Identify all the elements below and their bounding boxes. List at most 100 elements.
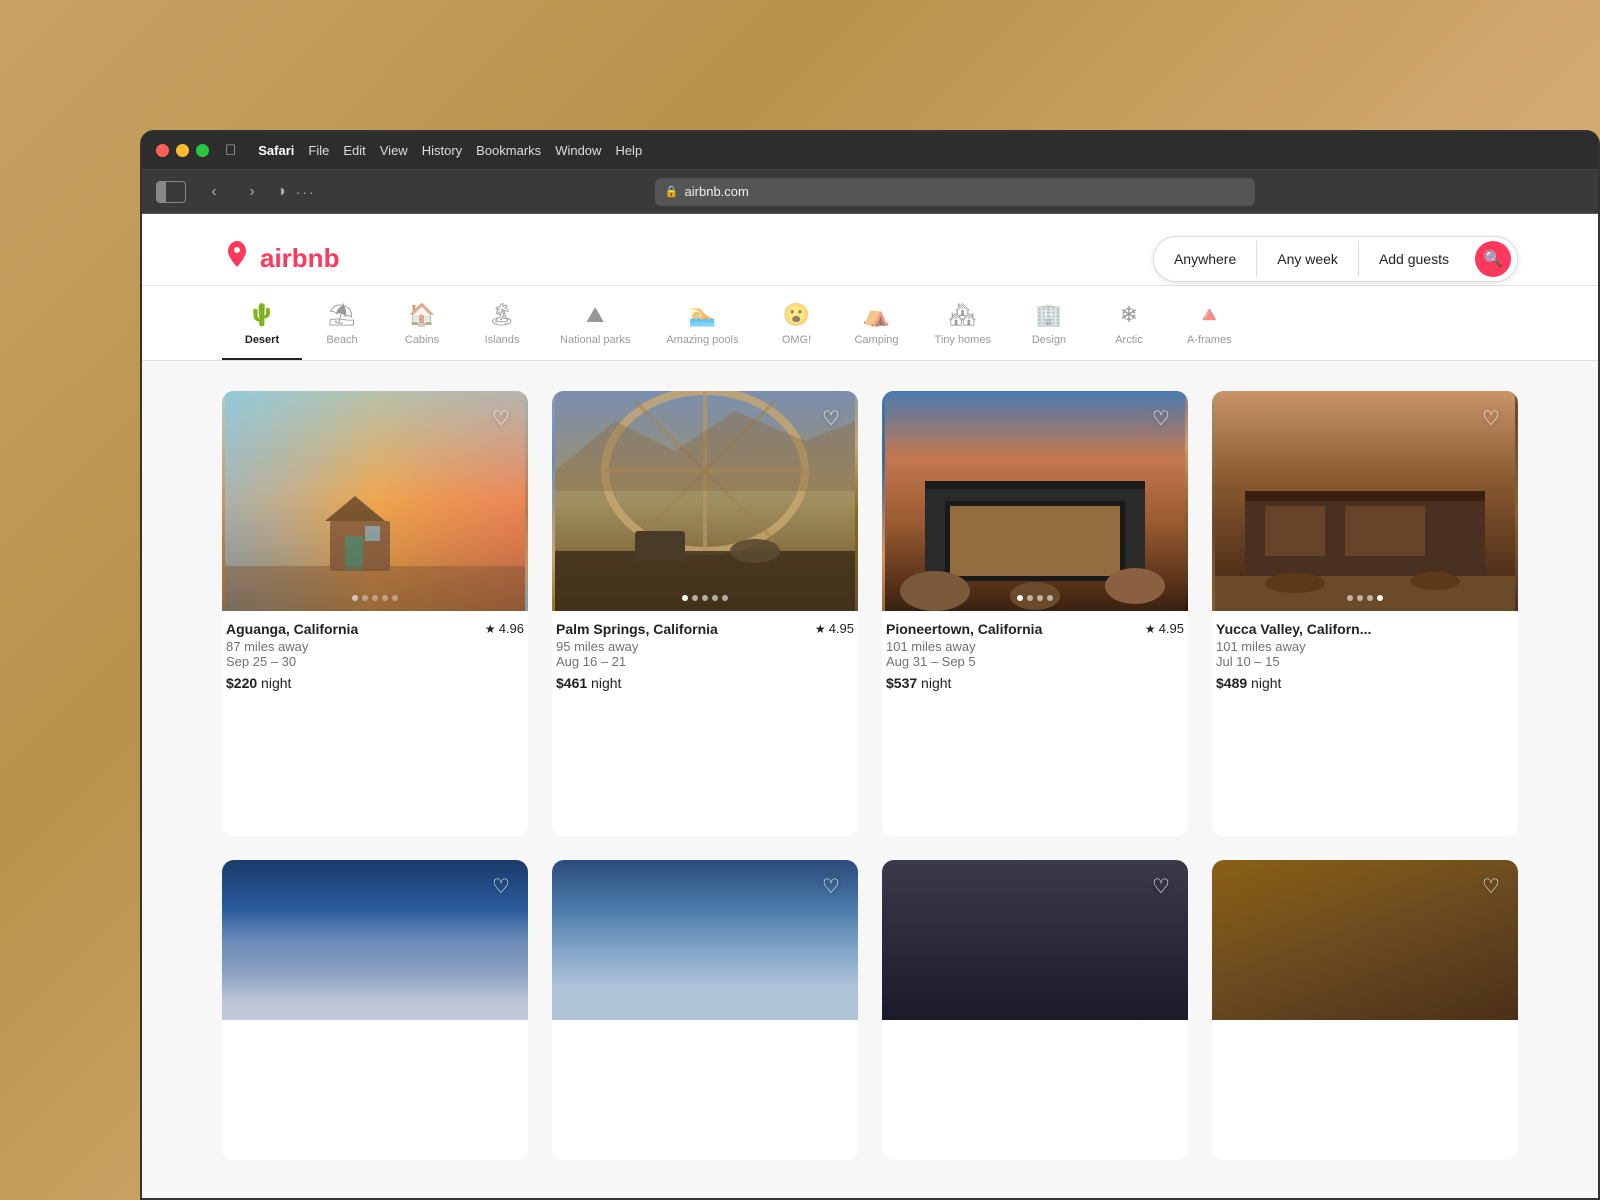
- image-dots-2: [682, 595, 728, 601]
- category-a-frames[interactable]: 🔺 A-frames: [1169, 286, 1250, 360]
- listing-card-4[interactable]: ♡ Yucca Valley, Californ... 101 miles aw…: [1212, 391, 1518, 836]
- airbnb-logo-icon: [222, 239, 252, 279]
- listing-price-4: $489 night: [1216, 675, 1514, 691]
- listing-card-1[interactable]: ♡ Aguanga, California ★ 4.96 87 miles aw…: [222, 391, 528, 836]
- category-national-parks-label: National parks: [560, 334, 630, 346]
- image-dots-3: [1017, 595, 1053, 601]
- category-beach[interactable]: ⛱ Beach: [302, 286, 382, 360]
- browser-toolbar: ‹ › ◑ ··· 🔒 airbnb.com: [142, 170, 1598, 214]
- cabins-icon: 🏠: [408, 302, 435, 328]
- lock-icon: 🔒: [665, 185, 679, 198]
- menu-help[interactable]: Help: [615, 143, 642, 158]
- wishlist-button-8[interactable]: ♡: [1476, 872, 1506, 902]
- wishlist-button-6[interactable]: ♡: [816, 872, 846, 902]
- listing-distance-4: 101 miles away: [1216, 639, 1514, 654]
- listing-dates-4: Jul 10 – 15: [1216, 654, 1514, 669]
- listing-image-6: ♡: [552, 860, 858, 1020]
- menu-edit[interactable]: Edit: [343, 143, 365, 158]
- category-cabins-label: Cabins: [405, 334, 439, 346]
- category-national-parks[interactable]: ⛰ National parks: [542, 286, 648, 360]
- listing-price-3: $537 night: [886, 675, 1184, 691]
- category-omg[interactable]: 😮 OMG!: [756, 286, 836, 360]
- listing-rating-2: ★ 4.95: [815, 621, 854, 636]
- category-islands[interactable]: 🏝 Islands: [462, 286, 542, 360]
- wishlist-button-1[interactable]: ♡: [486, 403, 516, 433]
- listing-info-2: Palm Springs, California ★ 4.95 95 miles…: [552, 611, 858, 695]
- category-omg-label: OMG!: [782, 334, 811, 346]
- wishlist-button-4[interactable]: ♡: [1476, 403, 1506, 433]
- listing-image-7: ♡: [882, 860, 1188, 1020]
- any-week-button[interactable]: Any week: [1257, 241, 1359, 277]
- menu-file[interactable]: File: [308, 143, 329, 158]
- listing-distance-2: 95 miles away: [556, 639, 854, 654]
- back-button[interactable]: ‹: [200, 178, 228, 206]
- category-desert[interactable]: 🌵 Desert: [222, 286, 302, 360]
- brightness-icon: ◑: [276, 183, 286, 201]
- close-button[interactable]: [156, 144, 169, 157]
- design-icon: 🏢: [1035, 302, 1062, 328]
- listing-rating-1: ★ 4.96: [485, 621, 524, 636]
- airbnb-logo[interactable]: airbnb: [222, 239, 339, 279]
- more-options-icon: ···: [296, 184, 316, 200]
- categories-navigation: 🌵 Desert ⛱ Beach 🏠 Cabins 🏝 Islands ⛰ Na…: [142, 286, 1598, 361]
- laptop-screen:  Safari File Edit View History Bookmark…: [140, 130, 1600, 1200]
- category-amazing-pools-label: Amazing pools: [666, 334, 738, 346]
- listing-dates-2: Aug 16 – 21: [556, 654, 854, 669]
- listing-location-2: Palm Springs, California: [556, 621, 718, 637]
- listing-image-1: ♡: [222, 391, 528, 611]
- listing-card-5[interactable]: ♡: [222, 860, 528, 1161]
- islands-icon: 🏝: [488, 302, 516, 328]
- category-desert-label: Desert: [245, 334, 279, 346]
- listing-card-6[interactable]: ♡: [552, 860, 858, 1161]
- maximize-button[interactable]: [196, 144, 209, 157]
- listing-info-4: Yucca Valley, Californ... 101 miles away…: [1212, 611, 1518, 695]
- category-cabins[interactable]: 🏠 Cabins: [382, 286, 462, 360]
- sidebar-toggle-button[interactable]: [156, 181, 186, 203]
- wishlist-button-2[interactable]: ♡: [816, 403, 846, 433]
- macos-titlebar:  Safari File Edit View History Bookmark…: [142, 132, 1598, 170]
- category-a-frames-label: A-frames: [1187, 334, 1232, 346]
- listing-location-3: Pioneertown, California: [886, 621, 1042, 637]
- window-controls: [156, 144, 209, 157]
- menu-history[interactable]: History: [422, 143, 462, 158]
- url-display: airbnb.com: [685, 184, 749, 199]
- category-tiny-homes[interactable]: 🏘 Tiny homes: [917, 286, 1009, 360]
- listing-card-2[interactable]: ♡ Palm Springs, California ★ 4.95 95 mil…: [552, 391, 858, 836]
- menu-window[interactable]: Window: [555, 143, 601, 158]
- listing-card-3[interactable]: ♡ Pioneertown, California ★ 4.95 101 mil…: [882, 391, 1188, 836]
- minimize-button[interactable]: [176, 144, 189, 157]
- listing-card-8[interactable]: ♡: [1212, 860, 1518, 1161]
- menu-view[interactable]: View: [380, 143, 408, 158]
- listing-image-5: ♡: [222, 860, 528, 1020]
- category-design-label: Design: [1032, 334, 1066, 346]
- listing-card-7[interactable]: ♡: [882, 860, 1188, 1161]
- desert-icon: 🌵: [248, 302, 275, 328]
- add-guests-button[interactable]: Add guests: [1359, 241, 1469, 277]
- listings-grid: ♡ Aguanga, California ★ 4.96 87 miles aw…: [142, 361, 1598, 1190]
- menu-safari[interactable]: Safari: [258, 143, 294, 158]
- wishlist-button-7[interactable]: ♡: [1146, 872, 1176, 902]
- image-dots-1: [352, 595, 398, 601]
- category-camping[interactable]: ⛺ Camping: [836, 286, 916, 360]
- star-icon-1: ★: [485, 622, 496, 636]
- anywhere-button[interactable]: Anywhere: [1154, 241, 1257, 277]
- a-frames-icon: 🔺: [1196, 302, 1223, 328]
- address-bar[interactable]: 🔒 airbnb.com: [655, 178, 1255, 206]
- arctic-icon: ❄: [1120, 302, 1138, 328]
- category-arctic[interactable]: ❄ Arctic: [1089, 286, 1169, 360]
- listing-info-1: Aguanga, California ★ 4.96 87 miles away…: [222, 611, 528, 695]
- category-amazing-pools[interactable]: 🏊 Amazing pools: [648, 286, 756, 360]
- category-camping-label: Camping: [854, 334, 898, 346]
- star-icon-3: ★: [1145, 622, 1156, 636]
- page-content: airbnb Anywhere Any week Add guests 🔍 🌵 …: [142, 214, 1598, 1198]
- menu-bookmarks[interactable]: Bookmarks: [476, 143, 541, 158]
- wishlist-button-3[interactable]: ♡: [1146, 403, 1176, 433]
- category-design[interactable]: 🏢 Design: [1009, 286, 1089, 360]
- listing-image-4: ♡: [1212, 391, 1518, 611]
- forward-button[interactable]: ›: [238, 178, 266, 206]
- listing-distance-3: 101 miles away: [886, 639, 1184, 654]
- beach-icon: ⛱: [328, 302, 356, 328]
- search-submit-button[interactable]: 🔍: [1475, 241, 1511, 277]
- wishlist-button-5[interactable]: ♡: [486, 872, 516, 902]
- image-dots-4: [1347, 595, 1383, 601]
